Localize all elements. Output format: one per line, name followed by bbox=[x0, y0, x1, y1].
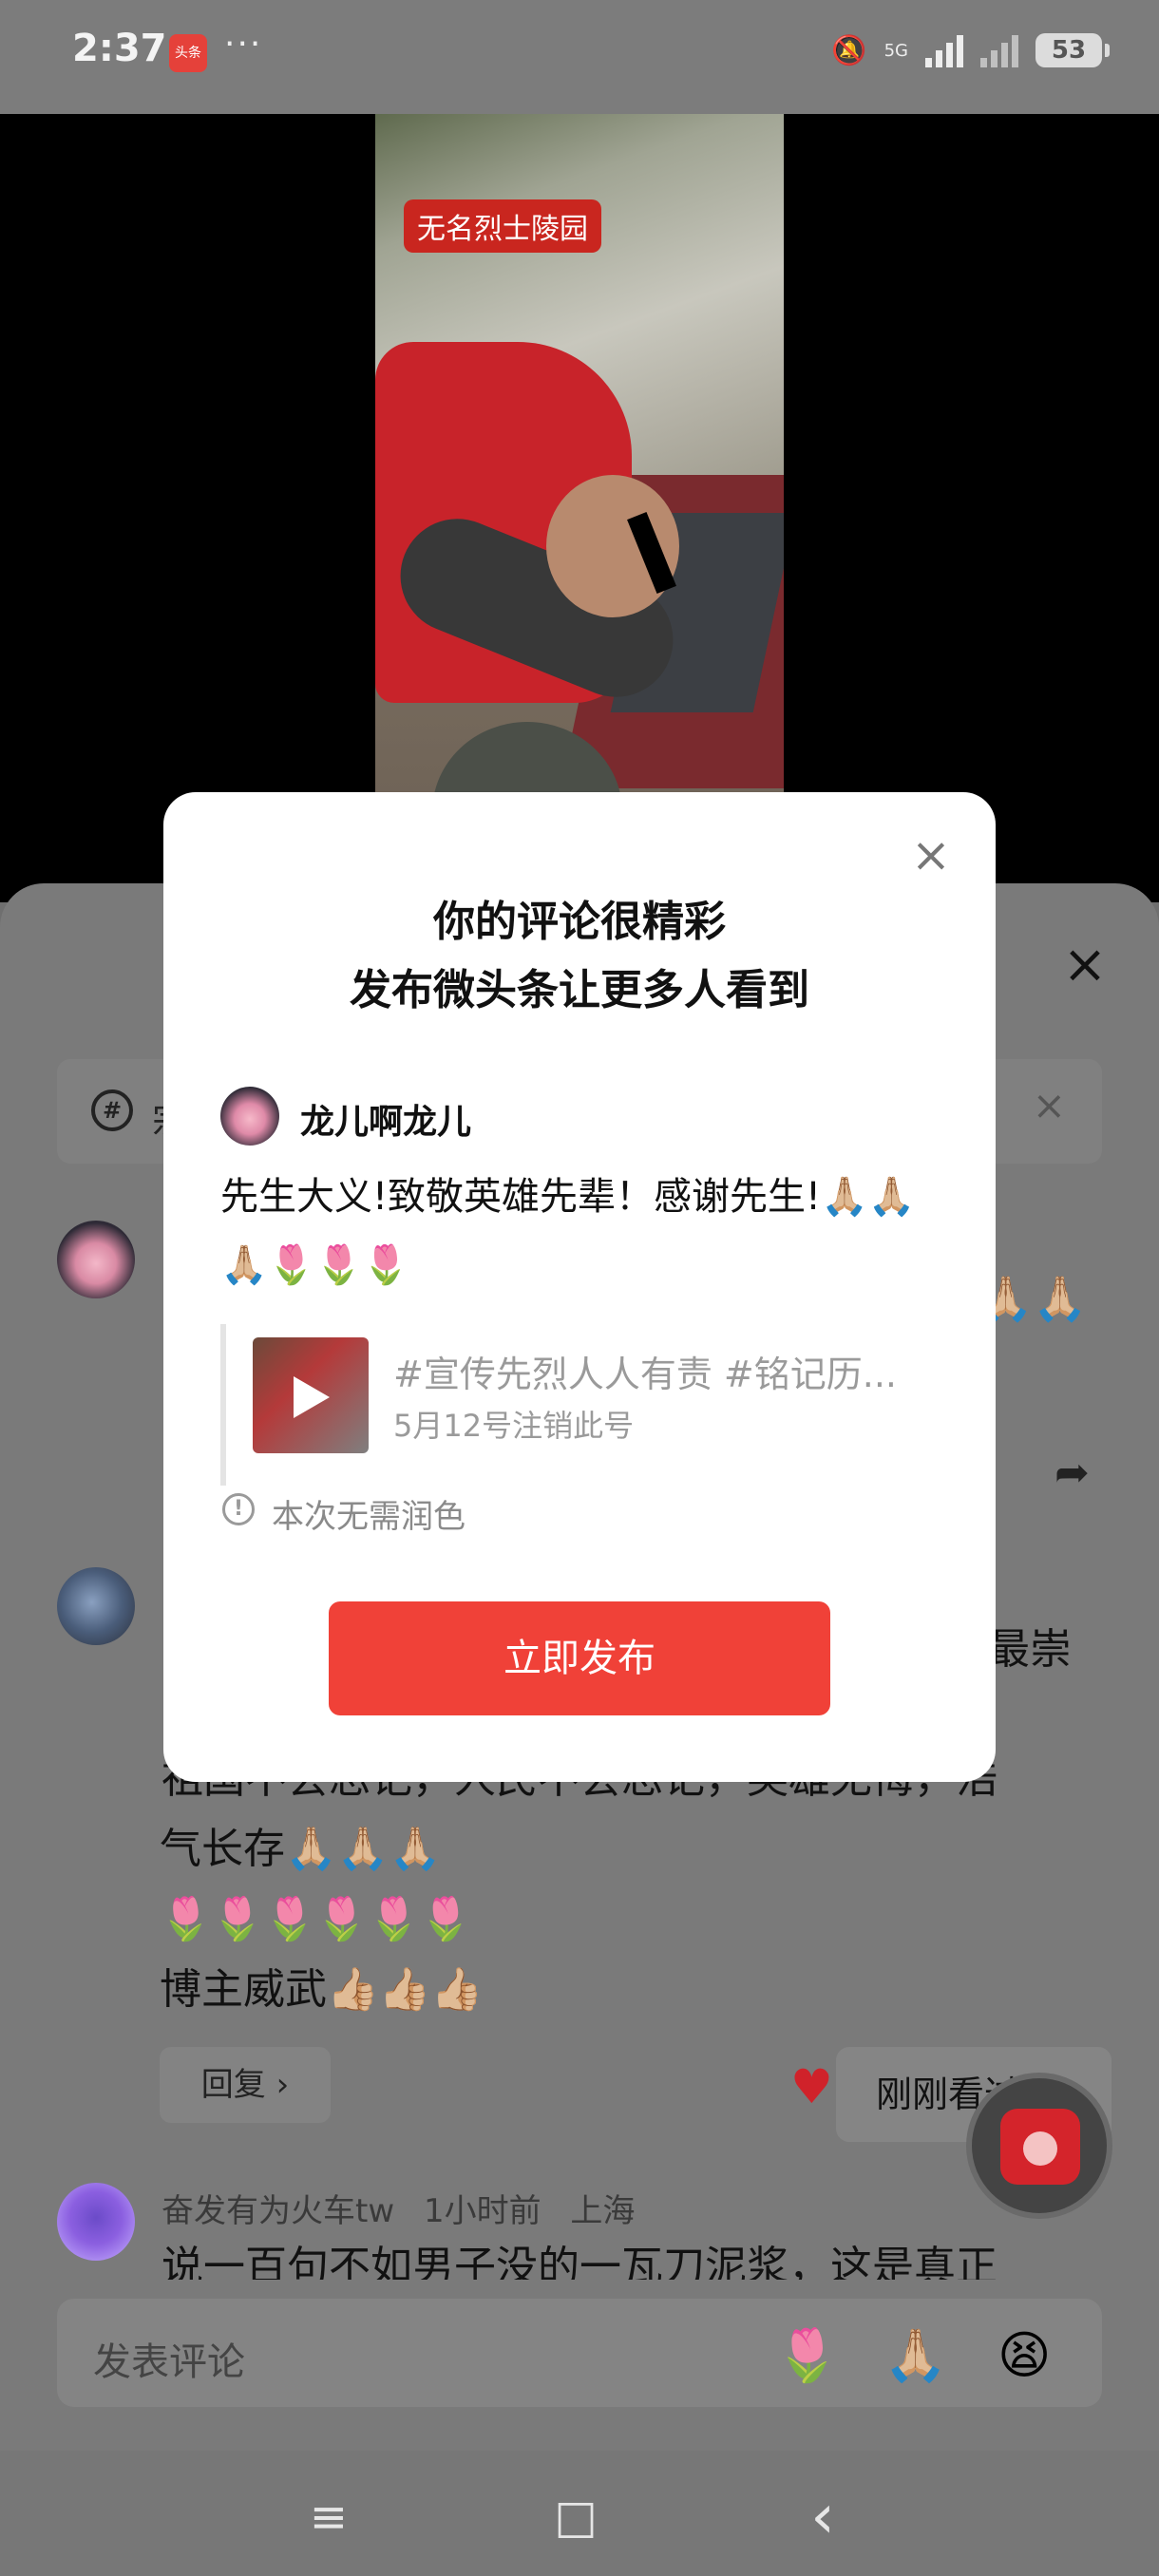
quoted-title: #宣传先烈人人有责 #铭记历... bbox=[393, 1354, 897, 1395]
video-thumbnail bbox=[253, 1337, 369, 1453]
quoted-subtitle: 5月12号注销此号 bbox=[393, 1408, 635, 1444]
dialog-title: 你的评论很精彩 bbox=[433, 898, 726, 946]
avatar bbox=[220, 1087, 279, 1146]
polish-note: 本次无需润色 bbox=[272, 1498, 466, 1536]
quoted-video: #宣传先烈人人有责 #铭记历... 5月12号注销此号 bbox=[220, 1324, 942, 1486]
dialog-subtitle: 发布微头条让更多人看到 bbox=[350, 966, 809, 1014]
publish-button[interactable]: 立即发布 bbox=[329, 1601, 830, 1715]
play-icon bbox=[294, 1376, 330, 1418]
username: 龙儿啊龙儿 bbox=[300, 1103, 472, 1142]
close-icon[interactable]: × bbox=[910, 831, 952, 879]
publish-prompt-dialog: × 你的评论很精彩 发布微头条让更多人看到 龙儿啊龙儿 先生大义!致敬英雄先辈！… bbox=[163, 792, 996, 1782]
info-icon: ! bbox=[222, 1493, 255, 1525]
comment-text: 先生大义!致敬英雄先辈！感谢先生!🙏🏼🙏🏼🙏🏼🌷🌷🌷 bbox=[220, 1175, 916, 1287]
